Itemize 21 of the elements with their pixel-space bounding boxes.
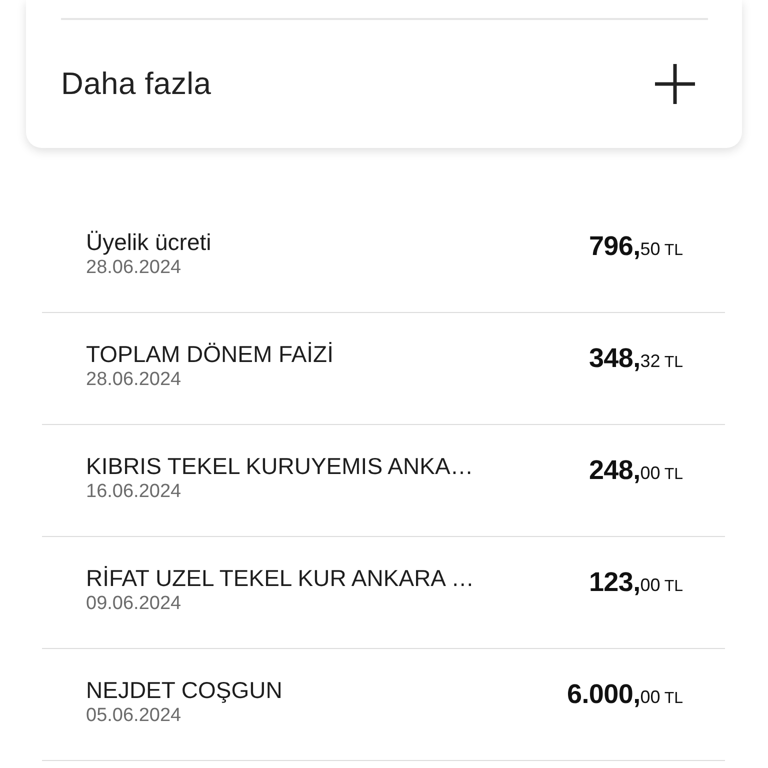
more-expander[interactable]: Daha fazla xyxy=(61,18,708,148)
transaction-row[interactable]: NEJDET COŞGUN 05.06.2024 6.000,00 TL xyxy=(42,649,725,761)
transaction-name: NEJDET COŞGUN xyxy=(86,677,282,703)
transaction-name: Üyelik ücreti xyxy=(86,229,212,255)
transaction-date: 16.06.2024 xyxy=(86,480,182,504)
transaction-name: KIBRIS TEKEL KURUYEMIS ANKA… xyxy=(86,453,474,479)
transaction-amount: 348,32 TL xyxy=(588,343,683,375)
transaction-date: 28.06.2024 xyxy=(86,368,182,392)
transaction-date: 28.06.2024 xyxy=(86,256,182,280)
transaction-amount: 248,00 TL xyxy=(588,455,683,487)
transaction-row[interactable]: RİFAT UZEL TEKEL KUR ANKARA … 09.06.2024 123,00 TL xyxy=(42,537,725,649)
transaction-date: 05.06.2024 xyxy=(86,704,182,728)
transaction-name: RİFAT UZEL TEKEL KUR ANKARA … xyxy=(86,565,474,591)
transaction-date: 09.06.2024 xyxy=(86,592,182,616)
transaction-row[interactable]: KIBRIS TEKEL KURUYEMIS ANKA… 16.06.2024 248,00 TL xyxy=(42,425,725,537)
transaction-amount: 123,00 TL xyxy=(588,567,683,599)
transaction-name: TOPLAM DÖNEM FAİZİ xyxy=(86,341,334,367)
transaction-row[interactable]: Üyelik ücreti 28.06.2024 796,50 TL xyxy=(42,201,725,313)
transaction-amount: 6.000,00 TL xyxy=(567,679,683,711)
transaction-amount: 796,50 TL xyxy=(588,231,683,263)
transaction-row[interactable]: TOPLAM DÖNEM FAİZİ 28.06.2024 348,32 TL xyxy=(42,313,725,425)
